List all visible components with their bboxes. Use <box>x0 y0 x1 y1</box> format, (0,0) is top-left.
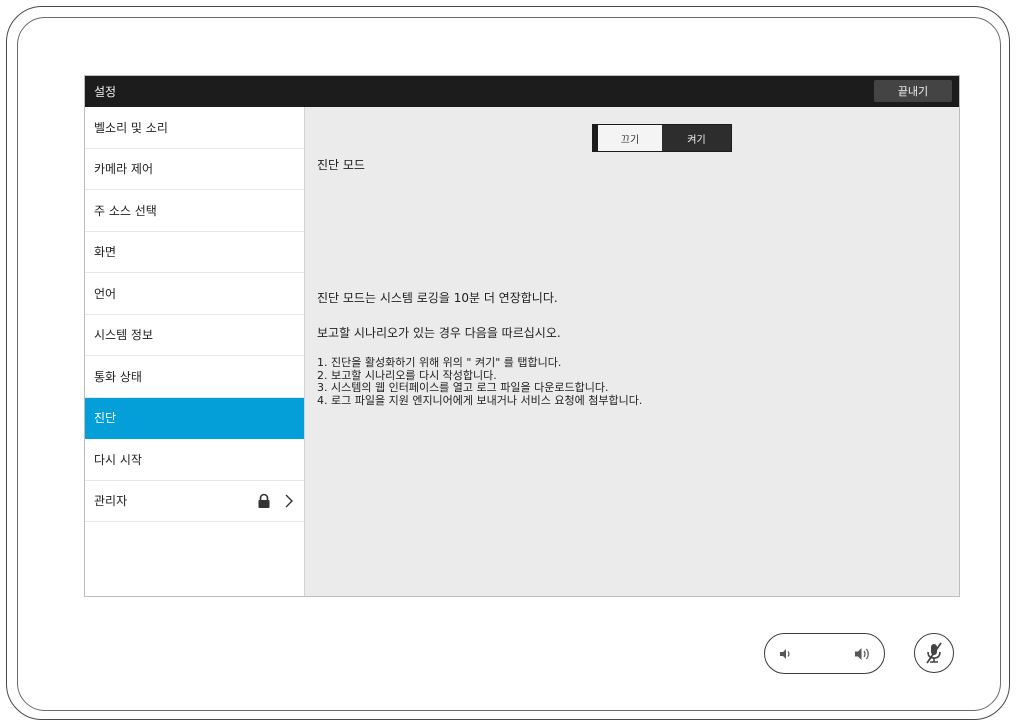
exit-button[interactable]: 끝내기 <box>874 80 952 102</box>
sidebar-item-system-info[interactable]: 시스템 정보 <box>85 315 304 356</box>
sidebar-item-label: 다시 시작 <box>94 452 142 467</box>
sidebar-item-administrator[interactable]: 관리자 <box>85 481 304 522</box>
chevron-right-icon <box>285 494 293 507</box>
toggle-on-option[interactable]: 켜기 <box>662 125 731 151</box>
volume-up-icon[interactable] <box>854 646 872 662</box>
volume-down-icon[interactable] <box>779 647 793 661</box>
sidebar-item-display[interactable]: 화면 <box>85 232 304 273</box>
sidebar-item-language[interactable]: 언어 <box>85 273 304 315</box>
sidebar-item-label: 카메라 제어 <box>94 162 154 177</box>
sidebar-item-ringtones-sounds[interactable]: 벨소리 및 소리 <box>85 107 304 149</box>
diagnostics-mode-toggle[interactable]: 끄기 켜기 <box>592 124 732 152</box>
sidebar-item-label: 주 소스 선택 <box>94 203 157 218</box>
sidebar-item-diagnostics[interactable]: 진단 <box>85 397 304 439</box>
sidebar-item-label: 언어 <box>94 286 117 301</box>
toggle-off-option[interactable]: 끄기 <box>598 125 662 151</box>
microphone-muted-icon <box>926 642 942 664</box>
page-title: 설정 <box>94 85 117 99</box>
mute-microphone-button[interactable] <box>914 633 954 673</box>
sidebar-item-label: 진단 <box>94 411 117 426</box>
step-item: 4. 로그 파일을 지원 엔지니어에게 보내거나 서비스 요청에 첨부합니다. <box>317 393 643 407</box>
sidebar-item-main-source[interactable]: 주 소스 선택 <box>85 190 304 232</box>
sidebar-item-call-status[interactable]: 통화 상태 <box>85 356 304 398</box>
sidebar: 벨소리 및 소리 카메라 제어 주 소스 선택 화면 언어 시스템 정보 통화 … <box>85 107 305 596</box>
title-bar: 설정 끝내기 <box>85 76 959 107</box>
lock-icon <box>258 493 270 508</box>
step-item: 1. 진단을 활성화하기 위해 위의 " 켜기" 를 탭합니다. <box>317 356 562 369</box>
diagnostics-panel: 끄기 켜기 진단 모드 진단 모드는 시스템 로깅을 10분 더 연장합니다. … <box>305 107 959 596</box>
sidebar-item-label: 벨소리 및 소리 <box>94 120 168 135</box>
volume-control[interactable] <box>764 633 885 674</box>
sidebar-item-camera-control[interactable]: 카메라 제어 <box>85 149 304 190</box>
step-item: 3. 시스템의 웹 인터페이스를 열고 로그 파일을 다운로드합니다. <box>317 381 609 394</box>
sidebar-item-label: 화면 <box>94 245 117 260</box>
sidebar-item-label: 관리자 <box>94 494 128 509</box>
instructions-intro: 보고할 시나리오가 있는 경우 다음을 따르십시오. <box>317 326 561 340</box>
sidebar-item-restart[interactable]: 다시 시작 <box>85 439 304 481</box>
section-title: 진단 모드 <box>317 158 365 172</box>
description-text: 진단 모드는 시스템 로깅을 10분 더 연장합니다. <box>317 291 558 305</box>
steps-list: 1. 진단을 활성화하기 위해 위의 " 켜기" 를 탭합니다. 2. 보고할 … <box>317 356 643 407</box>
sidebar-item-label: 시스템 정보 <box>94 328 154 343</box>
sidebar-item-label: 통화 상태 <box>94 369 142 384</box>
settings-window: 설정 끝내기 벨소리 및 소리 카메라 제어 주 소스 선택 화면 언어 시스템… <box>84 75 960 597</box>
